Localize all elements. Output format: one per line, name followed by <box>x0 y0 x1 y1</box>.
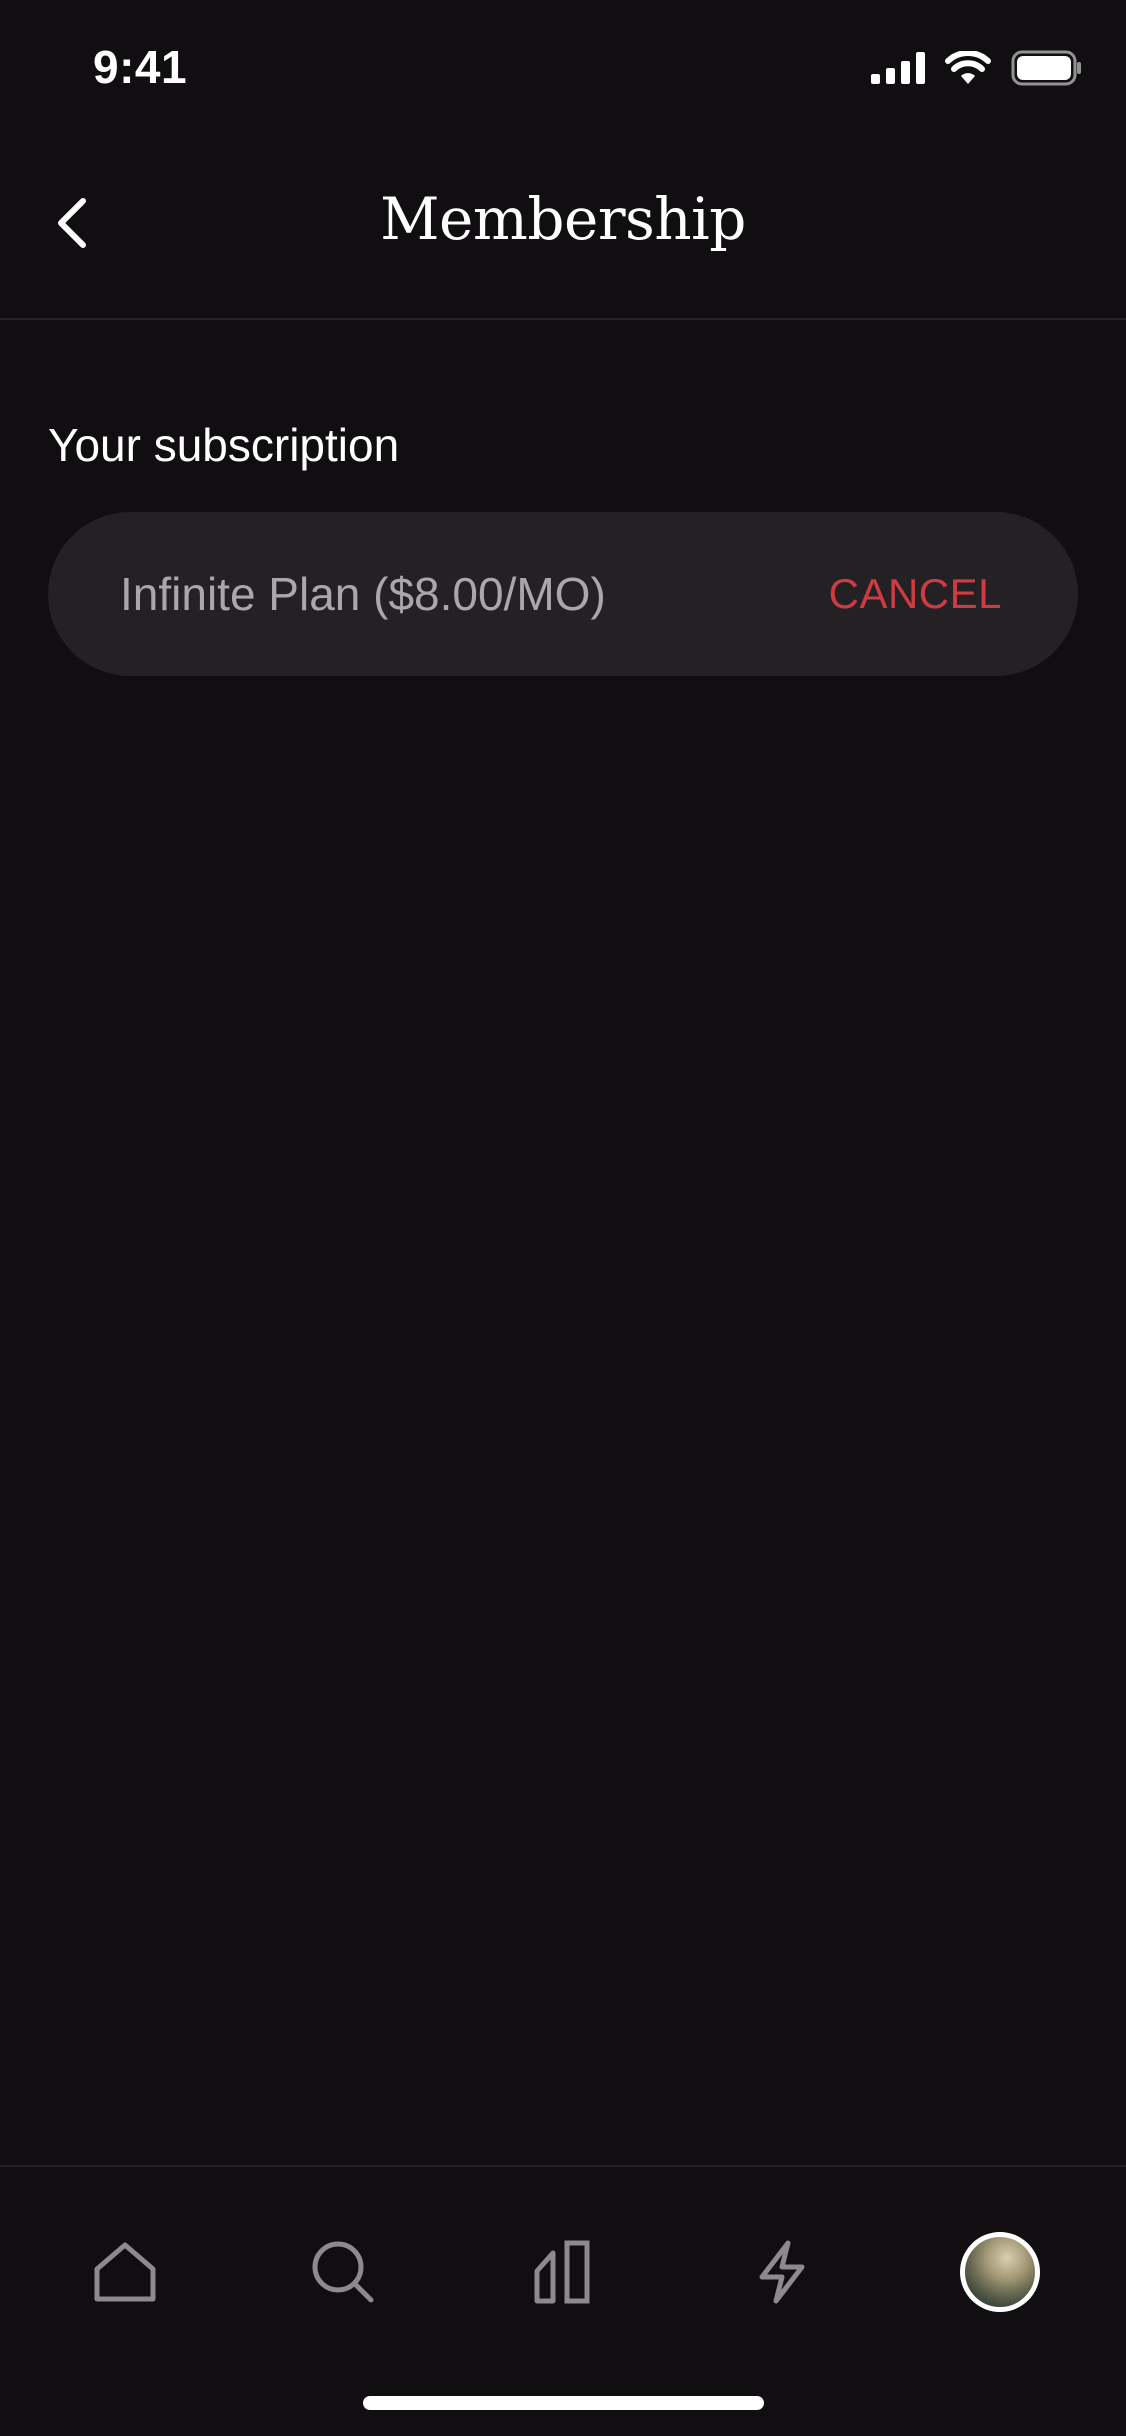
tab-profile[interactable] <box>950 2222 1050 2322</box>
library-icon <box>534 2240 590 2304</box>
nav-header: Membership <box>0 130 1126 320</box>
page-title: Membership <box>380 185 746 253</box>
membership-screen: 9:41 Membership Your subscription Infini… <box>0 0 1126 2436</box>
plan-name: Infinite Plan ($8.00/MO) <box>120 568 606 620</box>
wifi-icon <box>945 51 991 84</box>
subscription-plan-card: Infinite Plan ($8.00/MO) CANCEL <box>48 512 1078 676</box>
tab-search[interactable] <box>293 2222 393 2322</box>
section-label: Your subscription <box>48 419 400 471</box>
lightning-icon <box>759 2240 805 2304</box>
tab-home[interactable] <box>75 2222 175 2322</box>
tab-activity[interactable] <box>732 2222 832 2322</box>
tab-library[interactable] <box>513 2222 613 2322</box>
cancel-subscription-button[interactable]: CANCEL <box>829 570 1002 618</box>
avatar <box>960 2232 1040 2312</box>
status-bar: 9:41 <box>0 0 1126 130</box>
status-icons <box>871 50 1083 86</box>
search-icon <box>312 2241 374 2303</box>
home-indicator <box>363 2396 764 2410</box>
battery-icon <box>1011 50 1081 86</box>
cellular-signal-icon <box>871 52 925 84</box>
status-time: 9:41 <box>93 41 188 93</box>
home-icon <box>94 2242 156 2302</box>
